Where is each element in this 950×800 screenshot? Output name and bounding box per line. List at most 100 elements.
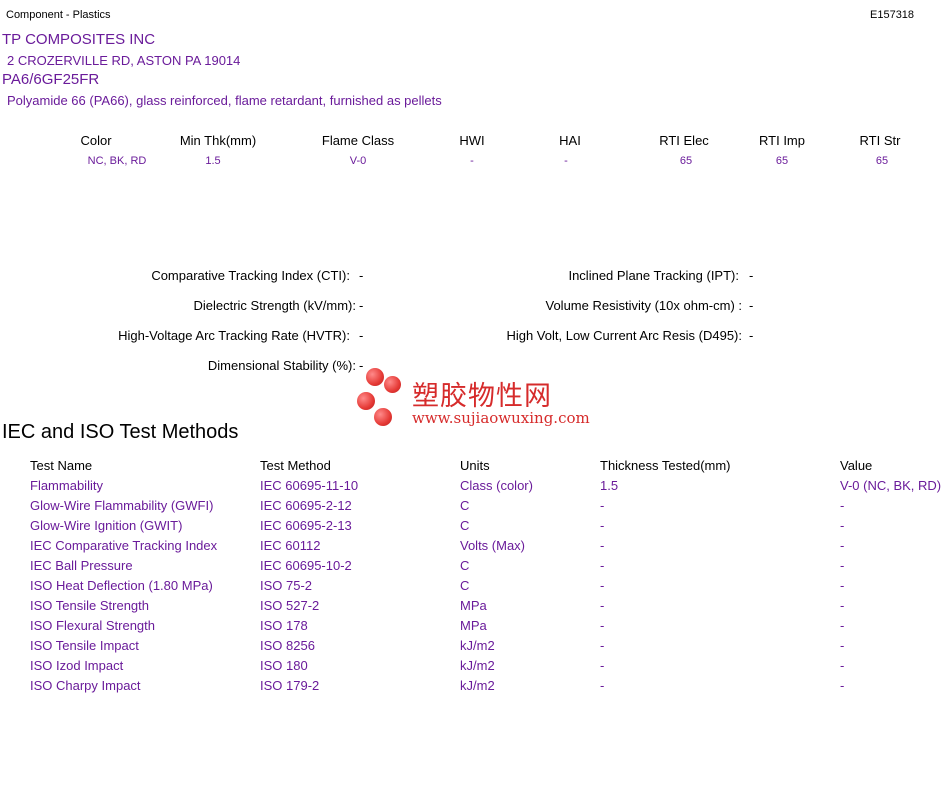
- thickness-cell: -: [600, 598, 605, 613]
- test-method-cell: ISO 180: [260, 658, 308, 673]
- d495-value: -: [749, 328, 754, 343]
- units-cell: MPa: [460, 618, 487, 633]
- product-description: Polyamide 66 (PA66), glass reinforced, f…: [7, 93, 442, 108]
- thickness-cell: -: [600, 658, 605, 673]
- thickness-cell: -: [600, 638, 605, 653]
- rating-value-min-thk: 1.5: [205, 155, 221, 167]
- test-name-cell: ISO Flexural Strength: [30, 618, 155, 633]
- test-method-cell: ISO 75-2: [260, 578, 313, 593]
- units-cell: C: [460, 518, 470, 533]
- test-method-cell: ISO 178: [260, 618, 308, 633]
- d495-label: High Volt, Low Current Arc Resis (D495):: [506, 328, 742, 343]
- units-cell: MPa: [460, 598, 487, 613]
- rating-value-rti-elec: 65: [679, 155, 693, 167]
- hvtr-label: High-Voltage Arc Tracking Rate (HVTR):: [118, 328, 350, 343]
- units-cell: Volts (Max): [460, 538, 526, 553]
- column-header-thickness: Thickness Tested(mm): [600, 458, 731, 473]
- rating-value-rti-imp: 65: [775, 155, 789, 167]
- rating-header-hwi: HWI: [459, 133, 485, 148]
- value-cell: V-0 (NC, BK, RD): [840, 478, 942, 493]
- dielectric-value: -: [359, 298, 364, 313]
- rating-header-min-thk: Min Thk(mm): [179, 133, 257, 148]
- units-cell: C: [460, 558, 470, 573]
- value-cell: -: [840, 598, 845, 613]
- value-cell: -: [840, 518, 845, 533]
- value-cell: -: [840, 658, 845, 673]
- value-cell: -: [840, 678, 845, 693]
- thickness-cell: -: [600, 578, 605, 593]
- column-header-value: Value: [840, 458, 873, 473]
- ipt-label: Inclined Plane Tracking (IPT):: [568, 268, 739, 283]
- hvtr-value: -: [359, 328, 364, 343]
- column-header-test-name: Test Name: [30, 458, 93, 473]
- rating-value-hwi: -: [470, 155, 474, 167]
- watermark-url: www.sujiaowuxing.com: [412, 409, 590, 427]
- units-cell: kJ/m2: [460, 658, 495, 673]
- units-cell: C: [460, 578, 470, 593]
- units-cell: kJ/m2: [460, 678, 495, 693]
- rating-value-color: NC, BK, RD: [87, 155, 147, 167]
- units-cell: Class (color): [460, 478, 533, 493]
- value-cell: -: [840, 578, 845, 593]
- test-name-cell: Glow-Wire Ignition (GWIT): [30, 518, 183, 533]
- test-name-cell: ISO Charpy Impact: [30, 678, 141, 693]
- watermark-dot: [357, 392, 375, 410]
- dielectric-label: Dielectric Strength (kV/mm):: [193, 298, 356, 313]
- test-name-cell: ISO Tensile Strength: [30, 598, 149, 613]
- thickness-cell: -: [600, 518, 605, 533]
- value-cell: -: [840, 638, 845, 653]
- rating-header-rti-imp: RTI Imp: [759, 133, 805, 148]
- test-method-cell: ISO 179-2: [260, 678, 320, 693]
- cti-label: Comparative Tracking Index (CTI):: [151, 268, 350, 283]
- thickness-cell: 1.5: [600, 478, 619, 493]
- test-method-cell: ISO 527-2: [260, 598, 320, 613]
- column-header-test-method: Test Method: [260, 458, 331, 473]
- rating-header-hai: HAI: [559, 133, 581, 148]
- category-label: Component - Plastics: [6, 9, 111, 21]
- test-method-cell: IEC 60695-10-2: [260, 558, 352, 573]
- test-method-cell: IEC 60695-11-10: [260, 478, 359, 493]
- test-name-cell: ISO Tensile Impact: [30, 638, 139, 653]
- test-method-cell: IEC 60695-2-13: [260, 518, 352, 533]
- watermark-dot: [384, 376, 401, 393]
- units-cell: C: [460, 498, 470, 513]
- value-cell: -: [840, 538, 845, 553]
- file-number: E157318: [870, 9, 915, 21]
- value-cell: -: [840, 558, 845, 573]
- watermark-dot: [366, 368, 384, 386]
- test-name-cell: IEC Comparative Tracking Index: [30, 538, 218, 553]
- product-grade: PA6/6GF25FR: [2, 71, 100, 88]
- thickness-cell: -: [600, 498, 605, 513]
- rating-header-rti-elec: RTI Elec: [659, 133, 709, 148]
- thickness-cell: -: [600, 538, 605, 553]
- rating-value-hai: -: [564, 155, 568, 167]
- rating-header-flame-class: Flame Class: [321, 133, 395, 148]
- rating-header-rti-str: RTI Str: [859, 133, 901, 148]
- company-name: TP COMPOSITES INC: [2, 31, 156, 48]
- company-address: 2 CROZERVILLE RD, ASTON PA 19014: [7, 53, 241, 68]
- volume-resistivity-value: -: [749, 298, 754, 313]
- rating-value-rti-str: 65: [875, 155, 889, 167]
- test-name-cell: ISO Heat Deflection (1.80 MPa): [30, 578, 213, 593]
- value-cell: -: [840, 498, 845, 513]
- test-name-cell: Flammability: [30, 478, 103, 493]
- rating-value-flame-class: V-0: [349, 155, 367, 167]
- rating-header-color: Color: [80, 133, 112, 148]
- column-header-units: Units: [460, 458, 490, 473]
- thickness-cell: -: [600, 678, 605, 693]
- ipt-value: -: [749, 268, 754, 283]
- test-name-cell: Glow-Wire Flammability (GWFI): [30, 498, 214, 513]
- test-method-cell: IEC 60695-2-12: [260, 498, 352, 513]
- volume-resistivity-label: Volume Resistivity (10x ohm-cm) :: [545, 298, 743, 313]
- test-method-cell: IEC 60112: [260, 538, 321, 553]
- value-cell: -: [840, 618, 845, 633]
- dimensional-stability-value: -: [359, 358, 364, 373]
- thickness-cell: -: [600, 618, 605, 633]
- test-method-cell: ISO 8256: [260, 638, 315, 653]
- watermark-text: 塑胶物性网: [412, 381, 552, 412]
- watermark-dot: [374, 408, 392, 426]
- test-name-cell: ISO Izod Impact: [30, 658, 124, 673]
- thickness-cell: -: [600, 558, 605, 573]
- units-cell: kJ/m2: [460, 638, 495, 653]
- section-title: IEC and ISO Test Methods: [2, 421, 239, 443]
